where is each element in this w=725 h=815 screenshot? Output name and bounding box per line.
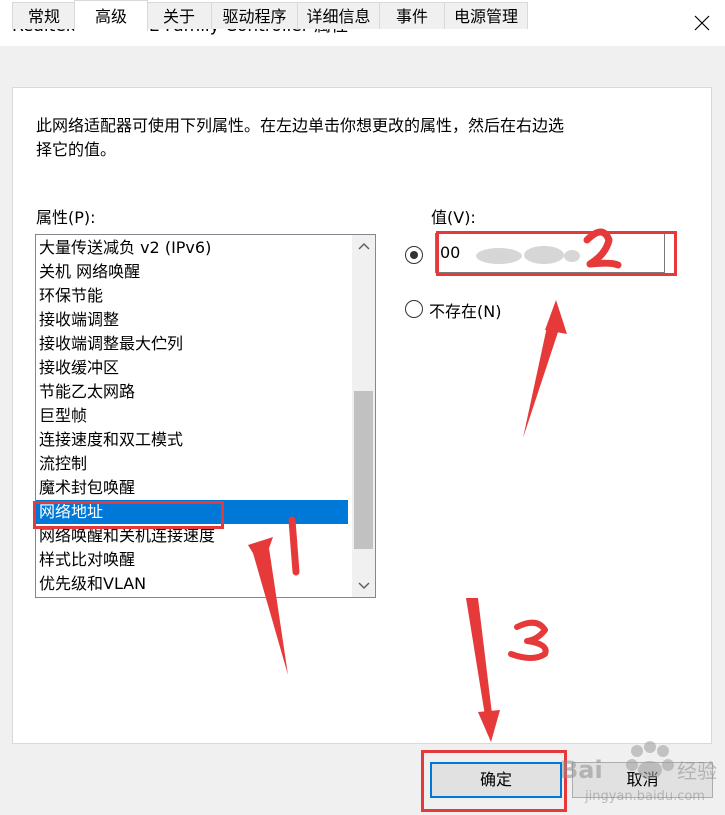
list-item[interactable]: 样式比对唤醒 [36, 548, 348, 572]
tab-driver[interactable]: 驱动程序 [211, 2, 298, 29]
annotation-box-ok [421, 750, 567, 812]
close-button[interactable] [679, 0, 725, 46]
tab-details[interactable]: 详细信息 [297, 2, 380, 29]
property-label: 属性(P): [36, 208, 96, 227]
list-item[interactable]: 连接速度和双工模式 [36, 428, 348, 452]
list-item[interactable]: 接收缓冲区 [36, 356, 348, 380]
list-item[interactable]: 关机 网络唤醒 [36, 260, 348, 284]
tab-events[interactable]: 事件 [379, 2, 445, 29]
svg-text:Bai: Bai [560, 756, 603, 784]
chevron-up-icon [357, 242, 370, 250]
value-radio[interactable] [405, 246, 423, 264]
list-item[interactable]: 巨型帧 [36, 404, 348, 428]
property-list-scrollbar[interactable] [352, 235, 375, 597]
svg-text:经验: 经验 [677, 759, 717, 783]
radio-selected-dot [410, 251, 418, 259]
close-icon [694, 15, 710, 31]
property-list: 大量传送减负 v2 (IPv6) 关机 网络唤醒 环保节能 接收端调整 接收端调… [36, 236, 348, 596]
list-item[interactable]: 魔术封包唤醒 [36, 476, 348, 500]
scroll-up-button[interactable] [352, 235, 375, 257]
annotation-box-value [436, 231, 677, 276]
list-item[interactable]: 接收端调整 [36, 308, 348, 332]
scroll-thumb[interactable] [354, 391, 373, 549]
tab-about[interactable]: 关于 [146, 2, 212, 29]
list-item[interactable]: 流控制 [36, 452, 348, 476]
not-present-label[interactable]: 不存在(N) [429, 298, 501, 322]
property-listbox[interactable]: 大量传送减负 v2 (IPv6) 关机 网络唤醒 环保节能 接收端调整 接收端调… [35, 234, 376, 598]
tab-general[interactable]: 常规 [12, 2, 76, 29]
list-item[interactable]: 优先级和VLAN [36, 572, 348, 596]
tab-advanced[interactable]: 高级 [74, 0, 148, 31]
not-present-radio[interactable] [405, 300, 423, 318]
list-item[interactable]: 环保节能 [36, 284, 348, 308]
svg-text:jingyan.baidu.com: jingyan.baidu.com [584, 789, 705, 804]
baidu-watermark-icon: Bai 经验 jingyan.baidu.com [560, 741, 717, 804]
list-item[interactable]: 大量传送减负 v2 (IPv6) [36, 236, 348, 260]
scroll-down-button[interactable] [352, 575, 375, 597]
list-item[interactable]: 节能乙太网路 [36, 380, 348, 404]
annotation-box-property [33, 501, 224, 529]
tab-power-management[interactable]: 电源管理 [444, 2, 528, 29]
list-item[interactable]: 接收端调整最大伫列 [36, 332, 348, 356]
chevron-down-icon [357, 582, 370, 590]
advanced-description: 此网络适配器可使用下列属性。在左边单击你想更改的属性，然后在右边选 择它的值。 [36, 116, 565, 159]
value-label: 值(V): [431, 208, 476, 227]
